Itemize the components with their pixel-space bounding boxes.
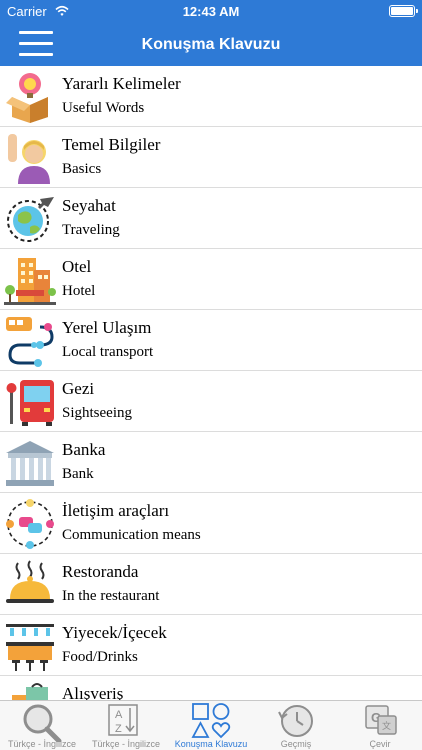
tab-phrasebook[interactable]: Konuşma Klavuzu: [168, 701, 254, 750]
list-item[interactable]: Otel Hotel: [0, 249, 422, 310]
list-item[interactable]: Restoranda In the restaurant: [0, 554, 422, 615]
people-chat-icon: [6, 499, 54, 549]
svg-text:Z: Z: [115, 723, 122, 735]
person-raising-hand-icon: [8, 134, 50, 184]
list-item[interactable]: Yiyecek/İçecek Food/Drinks: [0, 615, 422, 676]
shopping-bag-icon: [12, 683, 48, 700]
category-subtitle: Basics: [62, 161, 102, 177]
list-item[interactable]: İletişim araçları Communication means: [0, 493, 422, 554]
category-subtitle: Hotel: [62, 283, 96, 299]
category-title: Yiyecek/İçecek: [62, 623, 167, 642]
bus-stop-icon: [6, 380, 54, 426]
category-title: Yararlı Kelimeler: [62, 74, 181, 93]
tab-label: Konuşma Klavuzu: [174, 739, 248, 749]
idea-box-icon: [6, 73, 48, 123]
tab-label: Türkçe - İngilizce: [91, 739, 161, 749]
battery-icon: [389, 5, 418, 17]
tab-turkish-english-sort[interactable]: A Z Türkçe - İngilizce: [84, 701, 168, 750]
list-item[interactable]: Temel Bilgiler Basics: [0, 127, 422, 188]
globe-airplane-icon: [7, 197, 54, 242]
bank-building-icon: [6, 441, 54, 486]
category-subtitle: Food/Drinks: [62, 649, 138, 665]
category-subtitle: Communication means: [62, 527, 201, 543]
category-title: İletişim araçları: [62, 501, 170, 520]
category-title: Banka: [62, 440, 106, 459]
phrasebook-category-list[interactable]: Yararlı Kelimeler Useful Words Temel Bil…: [0, 66, 422, 700]
category-subtitle: Local transport: [62, 344, 154, 360]
category-title: Otel: [62, 257, 92, 276]
category-title: Yerel Ulaşım: [62, 318, 152, 337]
category-subtitle: Useful Words: [62, 100, 145, 116]
history-clock-icon: [278, 705, 313, 737]
tab-label: Çevir: [369, 739, 391, 749]
list-item[interactable]: Banka Bank: [0, 432, 422, 493]
category-subtitle: Traveling: [62, 222, 120, 238]
tab-turkish-english-search[interactable]: Türkçe - İngilizce: [0, 701, 84, 750]
list-item[interactable]: Yararlı Kelimeler Useful Words: [0, 66, 422, 127]
list-item[interactable]: Gezi Sightseeing: [0, 371, 422, 432]
tab-bar: Türkçe - İngilizce A Z Türkçe - İngilizc…: [0, 700, 422, 750]
category-subtitle: Sightseeing: [62, 405, 132, 421]
tab-translate[interactable]: G 文 Çevir: [338, 701, 422, 750]
list-item[interactable]: Yerel Ulaşım Local transport: [0, 310, 422, 371]
category-subtitle: Bank: [62, 466, 94, 482]
category-title: Alışveriş: [62, 684, 124, 700]
svg-text:A: A: [115, 709, 123, 721]
category-subtitle: In the restaurant: [62, 588, 160, 604]
status-bar: Carrier 12:43 AM: [0, 0, 422, 22]
svg-text:文: 文: [382, 720, 391, 732]
category-title: Temel Bilgiler: [62, 135, 161, 154]
category-title: Restoranda: [62, 562, 139, 581]
category-title: Seyahat: [62, 196, 116, 215]
shapes-icon: [191, 703, 231, 739]
tab-label: Geçmiş: [280, 739, 312, 749]
category-title: Gezi: [62, 379, 95, 398]
hotel-building-icon: [4, 258, 56, 305]
tab-history[interactable]: Geçmiş: [254, 701, 338, 750]
list-item[interactable]: Seyahat Traveling: [0, 188, 422, 249]
page-title: Konuşma Klavuzu: [141, 36, 281, 53]
tab-label: Türkçe - İngilizce: [7, 739, 77, 749]
sort-az-icon: A Z: [108, 704, 138, 736]
food-cloche-icon: [6, 560, 54, 603]
bar-counter-icon: [6, 624, 54, 671]
navigation-header: Carrier 12:43 AM Konuşma Klavuzu: [0, 0, 422, 66]
translate-icon: G 文: [365, 705, 397, 735]
status-time: 12:43 AM: [182, 4, 240, 19]
bus-route-icon: [6, 317, 54, 367]
magnifier-icon: [23, 704, 62, 742]
list-item[interactable]: Alışveriş: [0, 676, 422, 700]
